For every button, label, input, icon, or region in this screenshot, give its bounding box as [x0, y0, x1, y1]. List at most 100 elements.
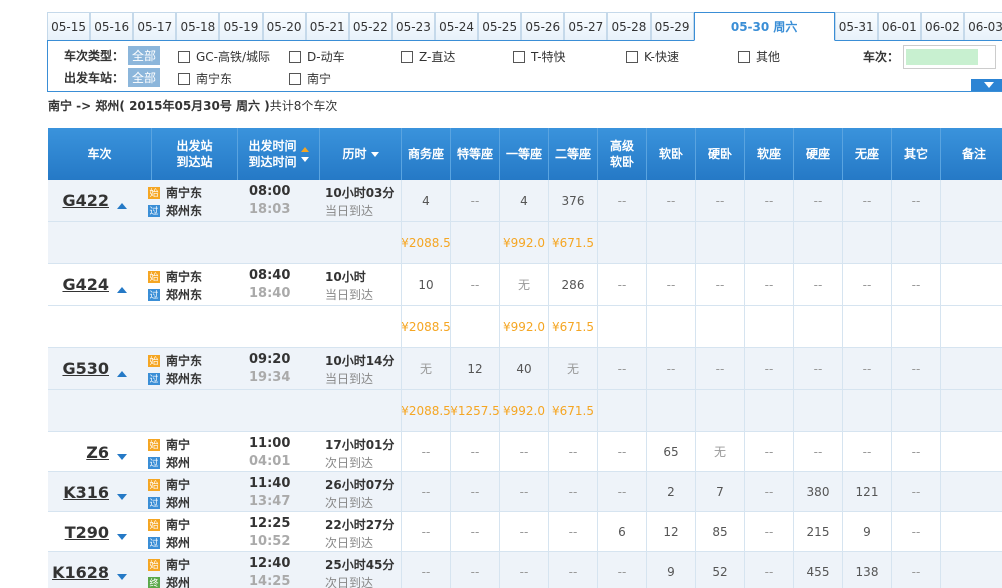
seat-cell[interactable]: 12	[451, 348, 500, 389]
date-tab[interactable]: 05-21	[305, 12, 349, 40]
seat-cell[interactable]: --	[892, 512, 941, 551]
train-type-all-button[interactable]: 全部	[128, 45, 161, 65]
seat-cell[interactable]: --	[892, 264, 941, 305]
seat-cell[interactable]: 40	[500, 348, 549, 389]
seat-cell[interactable]: 9	[843, 512, 892, 551]
checkbox-box[interactable]	[738, 50, 750, 63]
seat-cell[interactable]: --	[402, 552, 451, 588]
seat-cell[interactable]: 286	[549, 264, 598, 305]
seat-cell[interactable]: 85	[696, 512, 745, 551]
seat-cell[interactable]: --	[794, 348, 843, 389]
header-duration[interactable]: 历时	[320, 128, 402, 180]
seat-cell[interactable]: --	[794, 432, 843, 471]
collapse-icon[interactable]	[117, 287, 127, 293]
seat-cell[interactable]: --	[451, 264, 500, 305]
checkbox-box[interactable]	[178, 50, 190, 63]
train-number-link[interactable]: K1628	[52, 563, 109, 582]
seat-cell[interactable]: --	[892, 472, 941, 511]
expand-icon[interactable]	[117, 574, 127, 580]
seat-cell[interactable]: --	[598, 552, 647, 588]
date-tab[interactable]: 05-24	[434, 12, 479, 40]
date-tab[interactable]: 05-23	[391, 12, 435, 40]
seat-cell[interactable]: --	[598, 472, 647, 511]
checkbox-box[interactable]	[289, 72, 301, 85]
seat-cell[interactable]: --	[451, 512, 500, 551]
seat-cell[interactable]: 7	[696, 472, 745, 511]
checkbox-box[interactable]	[513, 50, 525, 63]
date-tab[interactable]: 05-20	[262, 12, 306, 40]
seat-cell[interactable]: 52	[696, 552, 745, 588]
seat-cell[interactable]: --	[745, 512, 794, 551]
seat-cell[interactable]: 455	[794, 552, 843, 588]
seat-cell[interactable]: --	[451, 432, 500, 471]
seat-cell[interactable]: --	[500, 552, 549, 588]
seat-cell[interactable]: --	[598, 432, 647, 471]
train-number-link[interactable]: G530	[62, 359, 109, 378]
date-tab[interactable]: 06-01	[877, 12, 921, 40]
sort-time-icon[interactable]	[297, 144, 309, 164]
train-no-input[interactable]	[903, 45, 996, 69]
seat-cell[interactable]: --	[402, 512, 451, 551]
collapse-toggle-button[interactable]	[971, 79, 1002, 91]
seat-cell[interactable]: 380	[794, 472, 843, 511]
train-number-link[interactable]: G424	[62, 275, 109, 294]
train-type-checkbox[interactable]: GC-高铁/城际	[178, 48, 270, 65]
station-checkbox[interactable]: 南宁	[289, 70, 331, 87]
checkbox-box[interactable]	[289, 50, 301, 63]
seat-cell[interactable]: --	[794, 264, 843, 305]
seat-cell[interactable]: 4	[402, 180, 451, 221]
seat-cell[interactable]: --	[696, 264, 745, 305]
checkbox-box[interactable]	[178, 72, 190, 85]
seat-cell[interactable]: --	[549, 552, 598, 588]
seat-cell[interactable]: --	[402, 432, 451, 471]
seat-cell[interactable]: --	[843, 432, 892, 471]
date-tab[interactable]: 05-17	[133, 12, 177, 40]
seat-cell[interactable]: 9	[647, 552, 696, 588]
seat-cell[interactable]: --	[647, 264, 696, 305]
seat-cell[interactable]: --	[745, 180, 794, 221]
seat-cell[interactable]: --	[598, 348, 647, 389]
seat-cell[interactable]: 376	[549, 180, 598, 221]
seat-cell[interactable]: 12	[647, 512, 696, 551]
expand-icon[interactable]	[117, 534, 127, 540]
seat-cell[interactable]: --	[696, 180, 745, 221]
date-tab[interactable]: 06-02	[920, 12, 964, 40]
seat-cell[interactable]: 215	[794, 512, 843, 551]
train-number-link[interactable]: G422	[62, 191, 109, 210]
expand-icon[interactable]	[117, 454, 127, 460]
date-tab[interactable]: 05-28	[607, 12, 651, 40]
seat-cell[interactable]: 无	[402, 348, 451, 389]
seat-cell[interactable]: --	[843, 348, 892, 389]
station-all-button[interactable]: 全部	[128, 67, 161, 87]
date-tab[interactable]: 05-16	[90, 12, 134, 40]
seat-cell[interactable]: 138	[843, 552, 892, 588]
seat-cell[interactable]: --	[892, 348, 941, 389]
seat-cell[interactable]: 无	[549, 348, 598, 389]
date-tab[interactable]: 05-15	[47, 12, 91, 40]
date-tab[interactable]: 06-03	[963, 12, 1002, 40]
seat-cell[interactable]: --	[500, 432, 549, 471]
seat-cell[interactable]: --	[843, 180, 892, 221]
seat-cell[interactable]: 无	[500, 264, 549, 305]
train-type-checkbox[interactable]: K-快速	[626, 48, 679, 65]
seat-cell[interactable]: --	[745, 472, 794, 511]
collapse-icon[interactable]	[117, 371, 127, 377]
seat-cell[interactable]: --	[598, 180, 647, 221]
date-tab[interactable]: 05-30 周六	[693, 12, 835, 41]
station-checkbox[interactable]: 南宁东	[178, 70, 232, 87]
seat-cell[interactable]: --	[696, 348, 745, 389]
seat-cell[interactable]: 121	[843, 472, 892, 511]
seat-cell[interactable]: 6	[598, 512, 647, 551]
date-tab[interactable]: 05-29	[650, 12, 694, 40]
seat-cell[interactable]: --	[745, 552, 794, 588]
date-tab[interactable]: 05-22	[348, 12, 392, 40]
seat-cell[interactable]: --	[402, 472, 451, 511]
seat-cell[interactable]: --	[892, 432, 941, 471]
seat-cell[interactable]: 无	[696, 432, 745, 471]
seat-cell[interactable]: --	[794, 180, 843, 221]
seat-cell[interactable]: --	[549, 472, 598, 511]
sort-duration-icon[interactable]	[370, 151, 379, 157]
seat-cell[interactable]: --	[500, 512, 549, 551]
seat-cell[interactable]: --	[549, 432, 598, 471]
seat-cell[interactable]: --	[745, 432, 794, 471]
